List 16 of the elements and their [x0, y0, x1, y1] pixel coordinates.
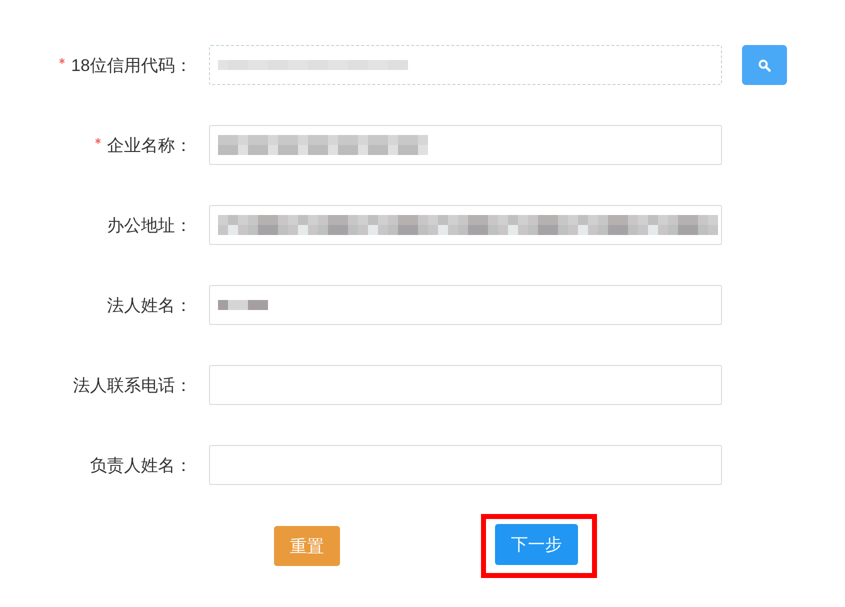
- field-label: 企业名称：: [107, 134, 192, 156]
- input-field[interactable]: [209, 125, 722, 165]
- search-button[interactable]: [742, 45, 787, 85]
- input-field[interactable]: [209, 445, 722, 485]
- field-label: 法人姓名：: [107, 294, 192, 316]
- next-step-button[interactable]: 下一步: [495, 524, 578, 565]
- reset-button[interactable]: 重置: [274, 526, 340, 566]
- input-field[interactable]: [209, 45, 722, 85]
- input-field[interactable]: [209, 205, 722, 245]
- input-field[interactable]: [209, 285, 722, 325]
- field-label: 负责人姓名：: [90, 454, 192, 476]
- search-icon: [758, 58, 771, 72]
- field-label: 18位信用代码：: [71, 54, 192, 76]
- input-field[interactable]: [209, 365, 722, 405]
- field-label: 办公地址：: [107, 214, 192, 236]
- field-label: 法人联系电话：: [73, 374, 192, 396]
